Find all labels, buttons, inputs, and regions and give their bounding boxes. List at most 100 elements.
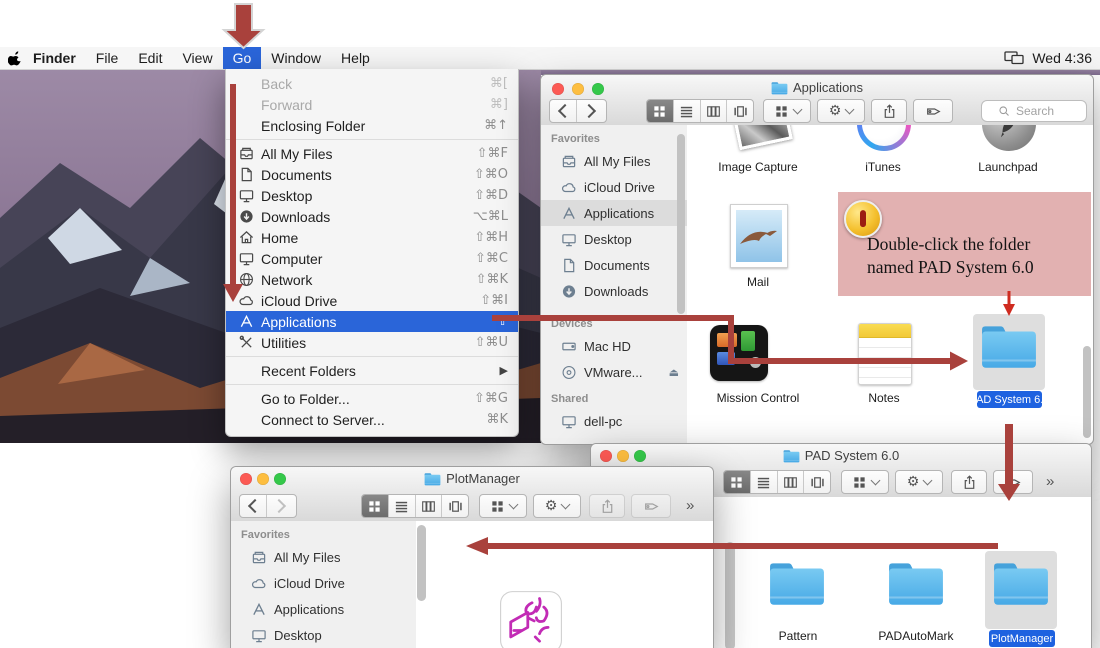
itunes-icon[interactable] (857, 125, 911, 151)
sidebar-item-downloads[interactable]: Downloads (541, 278, 687, 304)
sidebar-item-icloud-drive[interactable]: iCloud Drive (231, 570, 416, 596)
forward-button[interactable] (576, 100, 603, 122)
coverflow-view-button[interactable] (803, 471, 830, 493)
back-button[interactable] (240, 495, 266, 517)
launchpad-icon[interactable] (982, 125, 1036, 151)
sidebar-item-all-my-files[interactable]: All My Files (541, 148, 687, 174)
sidebar-item-dell-pc[interactable]: dell-pc (541, 408, 687, 434)
action-button[interactable]: ⚙ (895, 470, 943, 494)
window-scrollbar[interactable] (1083, 346, 1091, 438)
notes-icon[interactable] (858, 323, 912, 385)
sidebar-item-desktop[interactable]: Desktop (541, 226, 687, 252)
tag-button[interactable] (993, 470, 1033, 494)
arrange-button[interactable] (763, 99, 811, 123)
list-view-button[interactable] (673, 100, 700, 122)
sidebar-item-mac-hd[interactable]: Mac HD (541, 333, 687, 359)
folder-label[interactable]: Pattern (748, 629, 848, 643)
image-capture-icon[interactable] (731, 125, 793, 150)
menubar-item-window[interactable]: Window (261, 47, 331, 69)
app-label[interactable]: Image Capture (708, 160, 808, 174)
app-label[interactable]: Notes (834, 391, 934, 405)
sidebar-scrollbar[interactable] (677, 134, 685, 314)
coverflow-view-button[interactable] (726, 100, 753, 122)
search-field[interactable] (981, 100, 1087, 122)
icon-view-button[interactable] (647, 100, 673, 122)
menubar-item-view[interactable]: View (172, 47, 222, 69)
sidebar-item-documents[interactable]: Documents (541, 252, 687, 278)
back-button[interactable] (550, 100, 576, 122)
eject-icon[interactable]: ⏏ (669, 366, 679, 379)
chevron-down-icon (561, 499, 571, 509)
menu-item-network[interactable]: Network ⇧⌘K (226, 269, 518, 290)
arrange-button[interactable] (479, 494, 527, 518)
tag-button[interactable] (631, 494, 671, 518)
applications-titlebar[interactable]: Applications ⚙ (541, 75, 1093, 126)
app-label[interactable]: Launchpad (958, 160, 1058, 174)
menu-item-connect-to-server[interactable]: Connect to Server... ⌘K (226, 409, 518, 430)
menu-item-go-to-folder[interactable]: Go to Folder... ⇧⌘G (226, 388, 518, 409)
sidebar-item-icloud-drive[interactable]: iCloud Drive (541, 174, 687, 200)
menu-item-home[interactable]: Home ⇧⌘H (226, 227, 518, 248)
sidebar-item-all-my-files[interactable]: All My Files (231, 544, 416, 570)
menubar-item-help[interactable]: Help (331, 47, 380, 69)
menubar-item-finder[interactable]: Finder (23, 47, 86, 69)
menu-item-desktop[interactable]: Desktop ⇧⌘D (226, 185, 518, 206)
sidebar-item-applications[interactable]: Applications (231, 596, 416, 622)
forward-button[interactable] (266, 495, 293, 517)
coverflow-view-button[interactable] (441, 495, 468, 517)
share-button[interactable] (951, 470, 987, 494)
sidebar-item-applications[interactable]: Applications (541, 200, 687, 226)
column-view-button[interactable] (777, 471, 804, 493)
app-label[interactable]: iTunes (833, 160, 933, 174)
menubar-item-go[interactable]: Go (223, 47, 262, 69)
column-view-button[interactable] (700, 100, 727, 122)
column-view-button[interactable] (415, 495, 442, 517)
sidebar-item-vmware[interactable]: VMware... ⏏ (541, 359, 687, 385)
padautomark-folder-icon[interactable] (887, 559, 945, 607)
plotmanager-folder-icon[interactable] (992, 559, 1050, 607)
search-input[interactable] (1014, 103, 1070, 119)
icon-view-button[interactable] (362, 495, 388, 517)
menu-item-utilities[interactable]: Utilities ⇧⌘U (226, 332, 518, 353)
menubar-item-edit[interactable]: Edit (128, 47, 172, 69)
menu-item-documents[interactable]: Documents ⇧⌘O (226, 164, 518, 185)
menu-item-computer[interactable]: Computer ⇧⌘C (226, 248, 518, 269)
action-button[interactable]: ⚙ (533, 494, 581, 518)
plotmanager-titlebar[interactable]: PlotManager ⚙ » (231, 467, 713, 522)
screen-sharing-icon[interactable] (1004, 51, 1024, 65)
tag-button[interactable] (913, 99, 953, 123)
list-view-button[interactable] (750, 471, 777, 493)
share-button[interactable] (589, 494, 625, 518)
menu-item-enclosing-folder[interactable]: Enclosing Folder ⌘↑ (226, 115, 518, 136)
menu-item-all-my-files[interactable]: All My Files ⇧⌘F (226, 143, 518, 164)
app-label[interactable]: Mail (708, 275, 808, 289)
pad-system-folder-icon[interactable] (980, 322, 1038, 370)
menubar-item-file[interactable]: File (86, 47, 129, 69)
menu-item-recent-folders[interactable]: Recent Folders ▶ (226, 360, 518, 381)
toolbar-overflow-button[interactable]: » (1046, 473, 1052, 490)
menu-item-downloads[interactable]: Downloads ⌥⌘L (226, 206, 518, 227)
share-button[interactable] (871, 99, 907, 123)
menubar-clock[interactable]: Wed 4:36 (1032, 50, 1092, 66)
sidebar-item-desktop[interactable]: Desktop (231, 622, 416, 648)
mail-icon[interactable] (730, 204, 788, 268)
pad-system-folder-label[interactable]: PAD System 6.0 (977, 391, 1042, 408)
list-view-button[interactable] (388, 495, 415, 517)
menu-item-icloud-drive[interactable]: iCloud Drive ⇧⌘I (226, 290, 518, 311)
arrange-button[interactable] (841, 470, 889, 494)
all-my-files-icon (561, 154, 577, 169)
content-scrollbar[interactable] (725, 542, 735, 648)
app-label[interactable]: Mission Control (698, 391, 818, 405)
folder-label[interactable]: PADAutoMark (866, 629, 966, 643)
content-scrollbar[interactable] (417, 525, 426, 601)
icon-view-button[interactable] (724, 471, 750, 493)
menu-item-applications[interactable]: Applications ⇧ (226, 311, 518, 332)
mission-control-icon[interactable] (710, 325, 768, 381)
pattern-folder-icon[interactable] (768, 559, 826, 607)
action-button[interactable]: ⚙ (817, 99, 865, 123)
plotmanager-folder-label[interactable]: PlotManager (989, 630, 1055, 647)
toolbar-overflow-button[interactable]: » (686, 497, 692, 514)
bird-icon (736, 218, 782, 252)
apple-menu-icon[interactable] (8, 50, 23, 66)
plot-manager-app-icon[interactable] (499, 590, 563, 648)
